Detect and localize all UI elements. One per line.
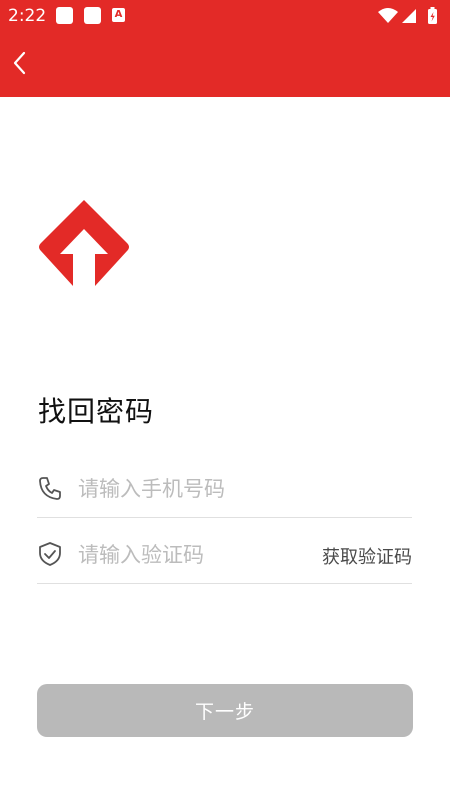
up-arrow-diamond-logo <box>39 200 129 286</box>
signal-icon <box>402 9 416 23</box>
square-notification-icon <box>56 7 73 24</box>
status-bar: 2:22 A <box>0 0 450 32</box>
verification-code-input[interactable] <box>78 538 318 572</box>
a-app-icon: A <box>112 8 125 22</box>
square-notification-icon <box>84 7 101 24</box>
status-icons <box>378 7 437 24</box>
status-time: 2:22 <box>8 6 47 26</box>
app-bar: 2:22 A <box>0 0 450 97</box>
next-step-button[interactable]: 下一步 <box>37 684 413 737</box>
get-code-button[interactable]: 获取验证码 <box>322 543 412 569</box>
verification-code-field: 获取验证码 <box>37 528 412 584</box>
phone-field <box>37 462 412 518</box>
phone-icon <box>39 477 61 500</box>
page-title: 找回密码 <box>38 395 155 428</box>
chevron-left-icon[interactable] <box>10 50 34 76</box>
wifi-icon <box>378 8 398 23</box>
battery-charging-icon <box>428 7 437 24</box>
shield-check-icon <box>39 542 61 566</box>
phone-input[interactable] <box>78 472 318 506</box>
